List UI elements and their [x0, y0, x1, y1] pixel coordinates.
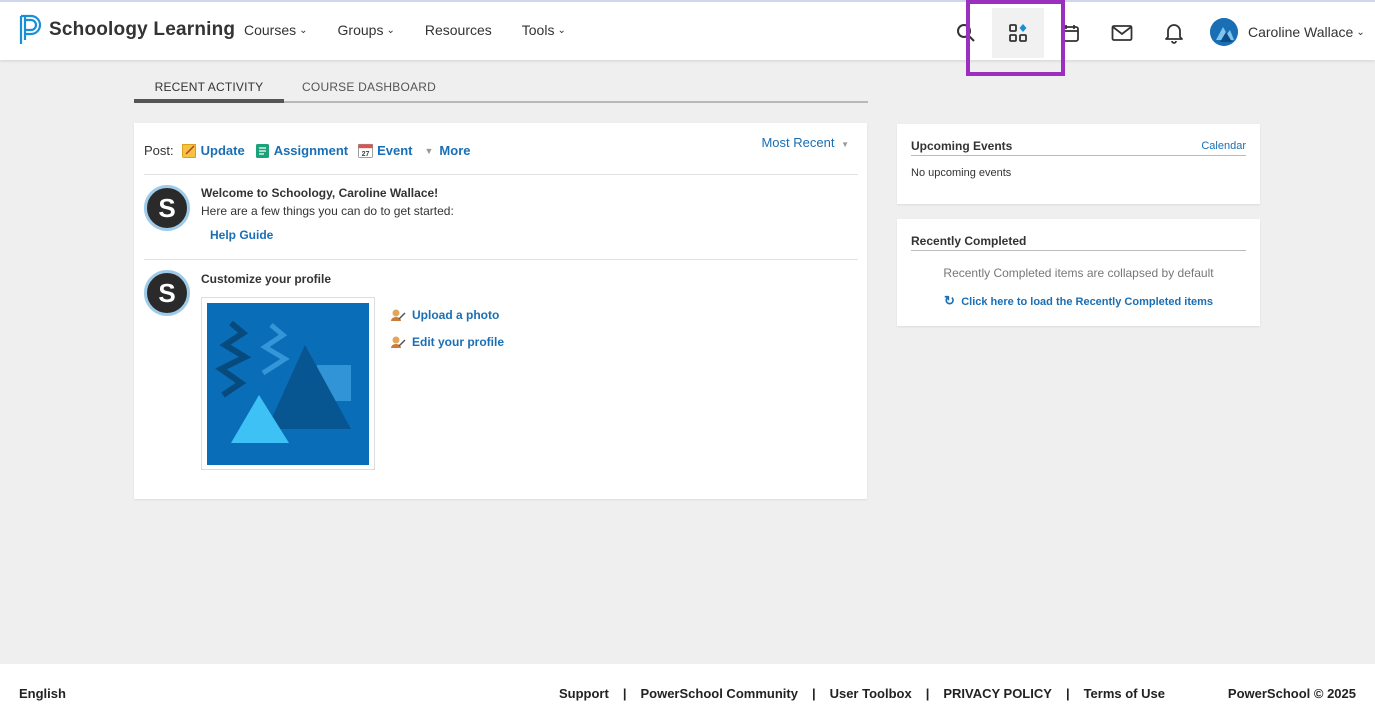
schoology-avatar: S	[144, 270, 190, 316]
post-assignment-label: Assignment	[273, 143, 349, 158]
collapsed-note: Recently Completed items are collapsed b…	[943, 266, 1214, 280]
tab-course-dashboard[interactable]: COURSE DASHBOARD	[284, 70, 454, 101]
event-calendar-icon: 27	[358, 143, 374, 158]
calendar-link[interactable]: Calendar	[1201, 140, 1246, 152]
nav-resources[interactable]: Resources	[425, 22, 492, 38]
messages-button[interactable]	[1096, 8, 1148, 58]
load-completed-label: Click here to load the Recently Complete…	[961, 296, 1214, 308]
apps-icon	[1009, 24, 1027, 42]
avatar	[1210, 18, 1238, 46]
post-update-label: Update	[200, 143, 245, 158]
footer-link-privacy-policy[interactable]: PRIVACY POLICY	[943, 686, 1052, 701]
divider	[144, 174, 858, 175]
profile-placeholder-image	[201, 297, 375, 470]
upcoming-events-card: Upcoming Events Calendar No upcoming eve…	[897, 124, 1260, 204]
user-edit-icon	[391, 309, 406, 321]
activity-card: Post: Update Assignment 27 Event ▼ More …	[134, 123, 867, 499]
main-nav: Courses ⌄ Groups ⌄ Resources Tools ⌄	[244, 22, 596, 38]
post-update-button[interactable]: Update	[181, 143, 245, 158]
post-more-label: More	[439, 143, 471, 158]
footer: English Support | PowerSchool Community …	[0, 664, 1375, 724]
calendar-icon	[1061, 25, 1079, 42]
chevron-down-icon: ⌄	[1356, 26, 1365, 38]
user-menu[interactable]: Caroline Wallace ⌄	[1210, 18, 1365, 46]
notifications-button[interactable]	[1148, 8, 1200, 58]
copyright: PowerSchool © 2025	[1227, 686, 1356, 701]
nav-tools[interactable]: Tools ⌄	[522, 22, 566, 38]
no-events-text: No upcoming events	[911, 167, 1012, 179]
user-edit-icon	[391, 336, 406, 348]
footer-link-support[interactable]: Support	[559, 686, 609, 701]
footer-link-terms[interactable]: Terms of Use	[1084, 686, 1165, 701]
caret-down-icon: ▼	[424, 145, 434, 156]
customize-profile-title: Customize your profile	[201, 272, 332, 286]
top-navigation: Schoology Learning Courses ⌄ Groups ⌄ Re…	[0, 0, 1375, 60]
post-bar: Post: Update Assignment 27 Event ▼ More	[144, 143, 480, 158]
nav-courses[interactable]: Courses ⌄	[244, 22, 308, 38]
refresh-icon: ↻	[943, 293, 955, 308]
welcome-title: Welcome to Schoology, Caroline Wallace!	[201, 186, 439, 200]
post-assignment-button[interactable]: Assignment	[255, 143, 348, 158]
pencil-note-icon	[181, 144, 196, 158]
assignment-icon	[255, 144, 269, 158]
apps-button[interactable]	[992, 8, 1044, 58]
load-completed-link[interactable]: ↻ Click here to load the Recently Comple…	[897, 293, 1260, 309]
calendar-button[interactable]	[1044, 8, 1096, 58]
edit-profile-label: Edit your profile	[412, 335, 505, 349]
recently-completed-title: Recently Completed	[911, 234, 1246, 251]
footer-separator: |	[811, 686, 816, 701]
nav-tools-label: Tools	[521, 22, 555, 38]
bell-icon	[1165, 24, 1183, 44]
post-event-label: Event	[377, 143, 413, 158]
schoology-avatar: S	[144, 185, 190, 231]
nav-groups-label: Groups	[337, 22, 384, 38]
upload-photo-link[interactable]: Upload a photo	[390, 308, 499, 322]
chevron-down-icon: ⌄	[386, 24, 395, 36]
edit-profile-link[interactable]: Edit your profile	[390, 335, 504, 349]
upload-photo-label: Upload a photo	[412, 308, 500, 322]
footer-separator: |	[925, 686, 930, 701]
nav-resources-label: Resources	[424, 22, 492, 38]
footer-separator: |	[622, 686, 627, 701]
sort-dropdown[interactable]: Most Recent ▼	[761, 135, 849, 150]
recently-completed-card: Recently Completed Recently Completed it…	[897, 219, 1260, 326]
footer-separator: |	[1065, 686, 1070, 701]
chevron-down-icon: ⌄	[299, 24, 308, 36]
language-selector[interactable]: English	[19, 686, 66, 701]
mail-icon	[1111, 25, 1133, 41]
user-name: Caroline Wallace	[1248, 24, 1354, 40]
home-tabs: RECENT ACTIVITY COURSE DASHBOARD	[134, 70, 868, 103]
tab-recent-activity[interactable]: RECENT ACTIVITY	[134, 70, 284, 103]
nav-groups[interactable]: Groups ⌄	[338, 22, 395, 38]
brand[interactable]: Schoology Learning	[18, 14, 235, 46]
footer-link-user-toolbox[interactable]: User Toolbox	[830, 686, 912, 701]
caret-down-icon: ▼	[841, 140, 849, 149]
nav-courses-label: Courses	[244, 22, 297, 38]
search-icon	[957, 24, 975, 42]
post-more-button[interactable]: ▼ More	[423, 143, 471, 158]
event-day-number: 27	[362, 151, 370, 158]
powerschool-logo-icon	[19, 14, 42, 44]
post-label: Post:	[144, 143, 174, 158]
footer-link-community[interactable]: PowerSchool Community	[640, 686, 797, 701]
post-event-button[interactable]: 27 Event	[358, 143, 413, 158]
search-button[interactable]	[940, 8, 992, 58]
footer-links: Support | PowerSchool Community | User T…	[559, 686, 1165, 701]
sort-label: Most Recent	[761, 135, 835, 150]
nav-icons	[940, 8, 1200, 58]
upcoming-events-title: Upcoming Events	[911, 139, 1246, 156]
chevron-down-icon: ⌄	[557, 24, 566, 36]
brand-name: Schoology Learning	[49, 19, 236, 40]
welcome-text: Here are a few things you can do to get …	[201, 204, 454, 218]
divider	[144, 259, 858, 260]
help-guide-link[interactable]: Help Guide	[210, 228, 273, 242]
